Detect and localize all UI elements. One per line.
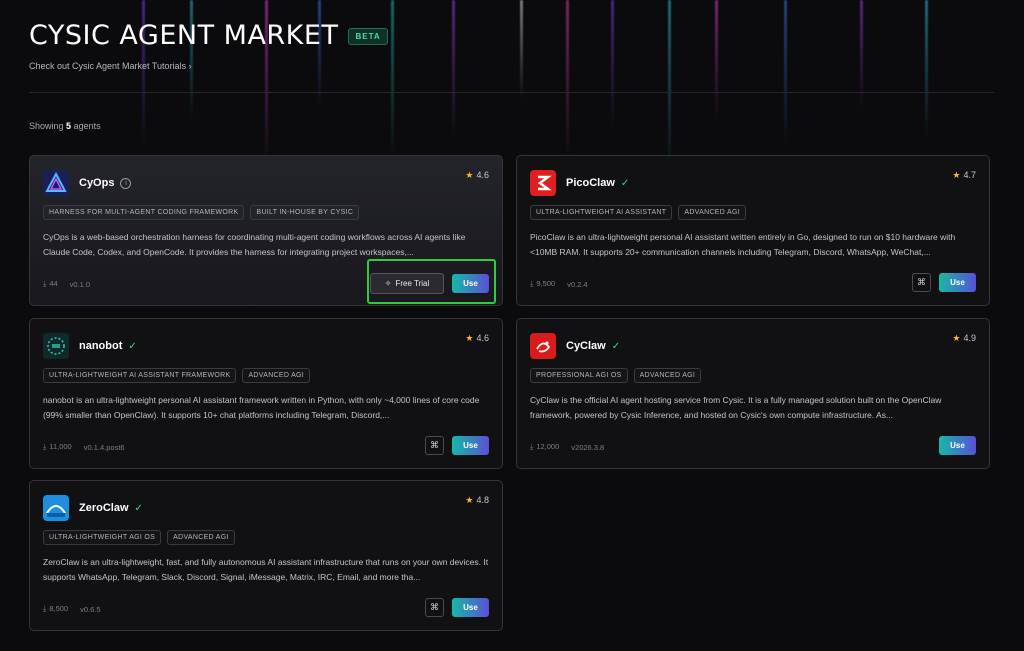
agent-version: v2026.3.8 [571, 442, 605, 452]
verified-check-icon: ✓ [128, 340, 137, 352]
download-icon: ⤓ [43, 604, 47, 613]
agent-tags: ULTRA-LIGHTWEIGHT AI ASSISTANT ADVANCED … [530, 205, 746, 220]
beta-badge: BETA [348, 28, 388, 45]
page-header: CYSIC AGENT MARKET BETA Check out Cysic … [29, 20, 388, 71]
download-icon: ⤓ [43, 279, 47, 288]
star-icon: ★ [465, 495, 474, 505]
use-button[interactable]: Use [452, 436, 489, 455]
github-icon[interactable]: ⌘ [425, 436, 444, 455]
agent-tag: ADVANCED AGI [633, 368, 702, 383]
agent-tags: ULTRA-LIGHTWEIGHT AI ASSISTANT FRAMEWORK… [43, 368, 311, 383]
agent-market-page: CYSIC AGENT MARKET BETA Check out Cysic … [0, 0, 1024, 651]
agent-tags: HARNESS FOR MULTI-AGENT CODING FRAMEWORK… [43, 205, 360, 220]
agent-tags: PROFESSIONAL AGI OS ADVANCED AGI [530, 368, 702, 383]
info-icon[interactable]: i [120, 177, 132, 189]
agent-version: v0.6.5 [80, 604, 101, 614]
download-icon: ⤓ [530, 442, 534, 451]
cyclaw-logo [530, 333, 556, 359]
agent-rating: ★ 4.6 [465, 170, 489, 180]
agent-tag: ADVANCED AGI [678, 205, 746, 220]
verified-check-icon: ✓ [611, 340, 621, 352]
agent-description: PicoClaw is an ultra-lightweight persona… [530, 232, 956, 257]
agent-description: CyClaw is the official AI agent hosting … [530, 395, 942, 420]
agent-version: v0.2.4 [567, 279, 588, 289]
github-icon[interactable]: ⌘ [912, 273, 931, 292]
tutorial-link[interactable]: Check out Cysic Agent Market Tutorials › [29, 61, 388, 71]
download-icon: ⤓ [43, 442, 47, 451]
agent-rating: ★ 4.7 [952, 170, 976, 180]
agent-tag: HARNESS FOR MULTI-AGENT CODING FRAMEWORK [43, 205, 245, 220]
agent-tag: ULTRA-LIGHTWEIGHT AI ASSISTANT [530, 205, 673, 220]
agent-card-cyclaw[interactable]: CyClaw ✓ ★ 4.9 PROFESSIONAL AGI OS ADVANC… [516, 318, 990, 469]
agent-rating: ★ 4.6 [465, 333, 489, 343]
agent-name: CyOps [79, 177, 115, 189]
agent-version: v0.1.4.post6 [83, 442, 125, 452]
agent-meta: ⤓ 8,500 v0.6.5 [43, 604, 101, 614]
agent-description: ZeroClaw is an ultra-lightweight, fast, … [43, 557, 489, 582]
highlight-box [367, 259, 496, 304]
star-icon: ★ [465, 170, 474, 180]
agent-meta: ⤓ 12,000 v2026.3.8 [530, 442, 605, 452]
verified-check-icon: ✓ [620, 177, 630, 189]
star-icon: ★ [952, 170, 961, 180]
download-icon: ⤓ [530, 279, 534, 288]
star-icon: ★ [465, 333, 474, 343]
agent-name: PicoClaw [566, 177, 615, 189]
agent-count: 5 [66, 121, 72, 131]
github-icon[interactable]: ⌘ [425, 598, 444, 617]
agent-tags: ULTRA-LIGHTWEIGHT AGI OS ADVANCED AGI [43, 530, 235, 545]
agent-tag: ULTRA-LIGHTWEIGHT AGI OS [43, 530, 162, 545]
agent-tag: BUILT IN-HOUSE BY CYSIC [250, 205, 360, 220]
agent-tag: ULTRA-LIGHTWEIGHT AI ASSISTANT FRAMEWORK [43, 368, 237, 383]
agent-rating: ★ 4.9 [952, 333, 976, 343]
star-icon: ★ [952, 333, 961, 343]
agent-name: ZeroClaw [79, 502, 129, 514]
page-title: CYSIC AGENT MARKET [29, 20, 339, 51]
zeroclaw-logo [43, 495, 69, 521]
cyops-logo [43, 170, 69, 196]
agent-description: nanobot is an ultra-lightweight personal… [43, 395, 480, 420]
agent-card-zeroclaw[interactable]: ZeroClaw ✓ ★ 4.8 ULTRA-LIGHTWEIGHT AGI OS… [29, 480, 503, 631]
agent-version: v0.1.0 [69, 279, 91, 289]
picoclaw-logo [530, 170, 556, 196]
agent-meta: ⤓ 9,500 v0.2.4 [530, 279, 588, 289]
nanobot-logo [43, 333, 69, 359]
use-button[interactable]: Use [452, 598, 489, 617]
agent-description: CyOps is a web-based orchestration harne… [43, 232, 466, 257]
agent-tag: ADVANCED AGI [242, 368, 311, 383]
agent-name: nanobot [79, 340, 123, 352]
verified-check-icon: ✓ [134, 502, 143, 514]
agent-name: CyClaw [566, 340, 606, 352]
header-divider [29, 92, 994, 93]
agent-tag: ADVANCED AGI [167, 530, 235, 545]
agent-tag: PROFESSIONAL AGI OS [530, 368, 628, 383]
use-button[interactable]: Use [939, 436, 976, 455]
agent-meta: ⤓ 44 v0.1.0 [43, 279, 91, 289]
agent-rating: ★ 4.8 [465, 495, 489, 505]
use-button[interactable]: Use [939, 273, 976, 292]
agent-card-picoclaw[interactable]: PicoClaw ✓ ★ 4.7 ULTRA-LIGHTWEIGHT AI ASS… [516, 155, 990, 306]
agent-meta: ⤓ 11,000 v0.1.4.post6 [43, 442, 125, 452]
agent-count-summary: Showing 5 agents [29, 121, 101, 131]
agent-card-nanobot[interactable]: nanobot ✓ ★ 4.6 ULTRA-LIGHTWEIGHT AI ASSI… [29, 318, 503, 469]
